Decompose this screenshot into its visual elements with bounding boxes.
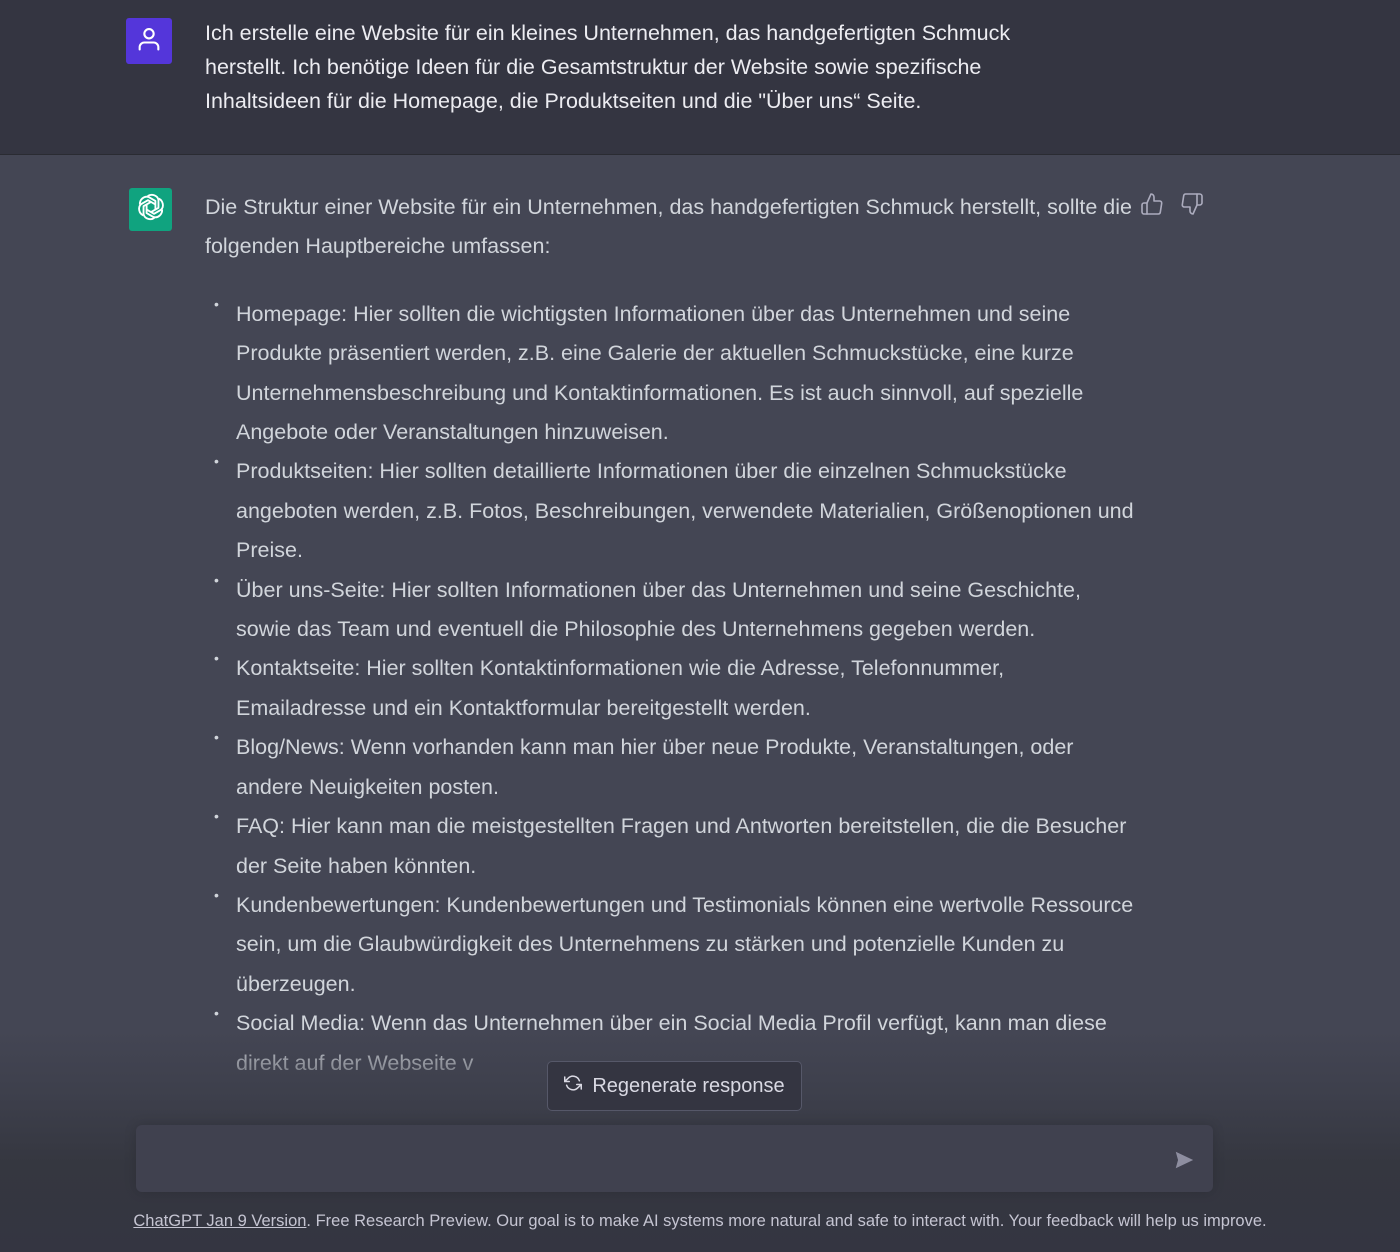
thumbs-up-icon[interactable] [1140, 192, 1164, 216]
assistant-message-text: Die Struktur einer Website für ein Unter… [205, 188, 1135, 1083]
feedback-controls [1140, 192, 1204, 216]
assistant-avatar [129, 188, 172, 231]
send-icon[interactable] [1173, 1149, 1195, 1171]
refresh-icon [564, 1074, 583, 1098]
list-item: • Produktseiten: Hier sollten detailliert… [214, 453, 1134, 563]
openai-logo-icon [135, 191, 167, 228]
bullet-dot: • [214, 1005, 219, 1022]
assistant-bullet-list: • Homepage: Hier sollten die wichtigsten … [205, 295, 1135, 1083]
bullet-dot: • [214, 571, 219, 588]
bullet-dot: • [214, 886, 219, 903]
list-item: • Über uns-Seite: Hier sollten Informatio… [214, 571, 1081, 642]
version-link[interactable]: ChatGPT Jan 9 Version [133, 1212, 306, 1230]
bullet-dot: • [214, 729, 219, 746]
thumbs-down-icon[interactable] [1180, 192, 1204, 216]
list-item: • FAQ: Hier kann man die meistgestellten … [214, 808, 1127, 878]
user-message-text: Ich erstelle eine Website für ein kleine… [205, 21, 1011, 113]
regenerate-label: Regenerate response [592, 1074, 785, 1097]
bullet-dot: • [214, 453, 219, 470]
user-avatar [126, 18, 172, 64]
list-item: • Kundenbewertungen: Kundenbewertungen un… [214, 886, 1134, 996]
list-item: • Homepage: Hier sollten die wichtigsten … [214, 295, 1084, 445]
bullet-dot: • [214, 650, 219, 667]
message-input[interactable] [152, 1143, 1156, 1179]
list-item: • Kontaktseite: Hier sollten Kontaktinfor… [214, 650, 1005, 720]
list-item: • Blog/News: Wenn vorhanden kann man hier… [214, 729, 1074, 799]
regenerate-response-button[interactable]: Regenerate response [547, 1061, 802, 1111]
bullet-dot: • [214, 295, 219, 312]
user-icon [135, 25, 163, 58]
footer-disclaimer: ChatGPT Jan 9 Version. Free Research Pre… [0, 1212, 1400, 1231]
user-message-row: Ich erstelle eine Website für ein kleine… [0, 0, 1400, 155]
footer-text: . Free Research Preview. Our goal is to … [306, 1212, 1267, 1230]
bullet-dot: • [214, 808, 219, 825]
message-input-container [136, 1125, 1213, 1192]
assistant-intro: Die Struktur einer Website für ein Unter… [205, 195, 1132, 259]
